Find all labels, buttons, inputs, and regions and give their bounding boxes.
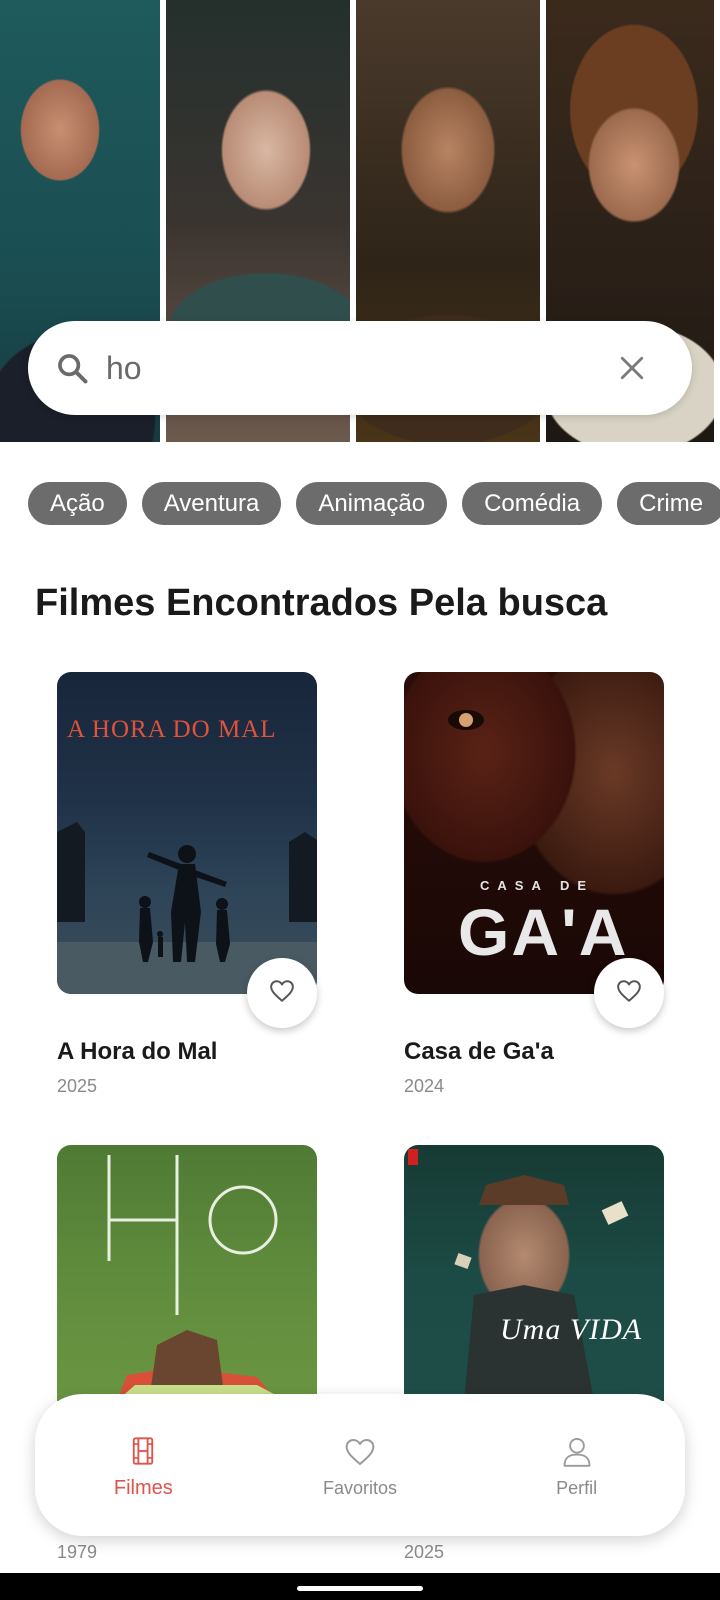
movie-card[interactable]: Uma VIDA (404, 1145, 664, 1401)
movie-year: 2024 (404, 1076, 445, 1096)
section-title: Filmes Encontrados Pela busca (35, 582, 608, 624)
nav-label: Favoritos (322, 1477, 397, 1498)
movie-card[interactable] (57, 1145, 317, 1401)
person-icon (557, 1432, 597, 1472)
nav-item-filmes[interactable]: Filmes (53, 1431, 233, 1500)
movie-poster[interactable]: A HORA DO MAL (57, 672, 317, 994)
nav-label: Filmes (113, 1476, 173, 1499)
poster-art (408, 1149, 629, 1401)
movie-year: 2025 (404, 1542, 445, 1562)
movie-poster[interactable] (57, 1145, 317, 1401)
genre-chip[interactable]: Animação (296, 482, 448, 525)
movie-year: 1979 (57, 1542, 98, 1562)
film-icon (123, 1431, 163, 1471)
poster-art (107, 1155, 287, 1401)
poster-art (57, 822, 317, 994)
genre-chip[interactable]: Crime (617, 482, 720, 525)
movie-title: Casa de Ga'a (404, 1038, 554, 1065)
movie-card[interactable]: A HORA DO MAL A Hora do Mal 2025 (57, 672, 317, 1096)
search-icon (52, 348, 92, 388)
search-input[interactable] (106, 349, 608, 387)
movie-poster[interactable]: Uma VIDA (404, 1145, 664, 1401)
genre-chip[interactable]: Aventura (141, 482, 282, 525)
nav-item-favoritos[interactable]: Favoritos (270, 1432, 450, 1499)
nav-item-perfil[interactable]: Perfil (487, 1432, 667, 1499)
close-icon[interactable] (608, 344, 656, 392)
movie-poster[interactable]: CASA DE GA'A (404, 672, 664, 994)
bottom-nav: Filmes Favoritos Perfil (35, 1394, 685, 1536)
poster-title-text: Uma VIDA (500, 1313, 643, 1346)
home-indicator[interactable] (297, 1586, 423, 1591)
movie-year: 2025 (57, 1076, 98, 1096)
poster-title-text: GA'A (458, 895, 629, 969)
poster-subtitle-text: CASA DE (480, 878, 595, 893)
movie-title: A Hora do Mal (57, 1038, 218, 1065)
search-bar[interactable] (28, 321, 692, 415)
heart-icon (340, 1432, 380, 1472)
heart-icon (269, 979, 295, 1008)
genre-chip[interactable]: Comédia (462, 482, 603, 525)
genre-chips: Ação Aventura Animação Comédia Crime (28, 482, 720, 525)
nav-label: Perfil (556, 1477, 598, 1498)
favorite-button[interactable] (594, 958, 664, 1028)
favorite-button[interactable] (247, 958, 317, 1028)
heart-icon (616, 979, 642, 1008)
genre-chip[interactable]: Ação (28, 482, 127, 525)
movie-card[interactable]: CASA DE GA'A Casa de Ga'a 2024 (404, 672, 664, 1096)
